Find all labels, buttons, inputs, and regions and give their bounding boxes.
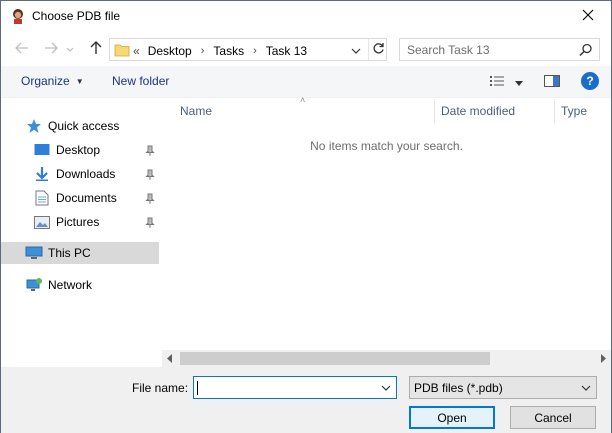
open-button[interactable]: Open (409, 406, 495, 429)
up-arrow-icon (90, 40, 102, 58)
file-list: ˄ Name Date modified Type No items match… (162, 95, 611, 367)
new-folder-button[interactable]: New folder (112, 74, 169, 88)
file-type-value: PDB files (*.pdb) (414, 381, 503, 395)
pin-icon (145, 193, 155, 205)
breadcrumb-tasks[interactable]: Tasks (213, 44, 244, 58)
scrollbar-thumb[interactable] (180, 352, 490, 365)
pin-icon (145, 145, 155, 157)
column-header-date-modified[interactable]: Date modified (441, 99, 515, 123)
refresh-button[interactable] (368, 39, 388, 60)
navigation-pane: Quick access Desktop Downloads Documents (1, 99, 161, 367)
column-divider[interactable] (554, 99, 555, 123)
app-icon (10, 8, 26, 24)
horizontal-scrollbar[interactable] (162, 350, 611, 367)
file-name-dropdown-button[interactable] (379, 380, 393, 396)
back-arrow-icon (15, 42, 29, 57)
chevron-down-icon (351, 43, 361, 57)
file-dialog: Choose PDB file « Desktop › Tasks › Task… (0, 0, 612, 433)
nav-item-pictures[interactable]: Pictures (33, 211, 99, 233)
organize-button[interactable]: Organize ▼ (21, 74, 84, 88)
breadcrumb-desktop[interactable]: Desktop (148, 44, 192, 58)
forward-arrow-icon (44, 42, 58, 57)
desktop-icon (33, 142, 51, 158)
caret-down-icon: ▼ (75, 76, 84, 86)
organize-label: Organize (21, 74, 70, 88)
column-header-name[interactable]: Name (180, 99, 212, 123)
navigation-bar: « Desktop › Tasks › Task 13 Search Task … (1, 35, 611, 63)
window-title: Choose PDB file (32, 9, 121, 23)
up-button[interactable] (86, 39, 106, 59)
dialog-footer: File name: PDB files (*.pdb) Open Cancel (1, 367, 611, 433)
search-box[interactable]: Search Task 13 (399, 38, 600, 61)
back-button[interactable] (12, 39, 32, 59)
change-view-button[interactable] (489, 74, 525, 90)
nav-item-quick-access[interactable]: Quick access (25, 115, 119, 137)
breadcrumb: « Desktop › Tasks › Task 13 (133, 43, 307, 58)
close-button[interactable] (565, 1, 611, 32)
breadcrumb-separator-icon[interactable]: › (201, 45, 205, 57)
chevron-down-icon (580, 381, 592, 395)
nav-item-label: Quick access (48, 119, 120, 133)
pin-icon (145, 169, 155, 181)
search-icon (579, 43, 593, 57)
nav-item-label: Pictures (56, 215, 100, 229)
preview-pane-button[interactable] (544, 74, 560, 90)
empty-state-message: No items match your search. (310, 139, 463, 153)
folder-icon (114, 42, 130, 58)
nav-item-label: Network (48, 278, 93, 292)
nav-item-downloads[interactable]: Downloads (33, 163, 115, 185)
chevron-down-icon (66, 42, 74, 56)
column-divider[interactable] (434, 99, 435, 123)
title-bar: Choose PDB file (1, 1, 611, 32)
address-dropdown-button[interactable] (348, 42, 364, 58)
network-icon (25, 277, 43, 293)
caret-down-icon (515, 75, 523, 89)
nav-item-network[interactable]: Network (25, 274, 92, 296)
nav-item-this-pc[interactable]: This PC (1, 242, 159, 264)
nav-item-documents[interactable]: Documents (33, 187, 117, 209)
nav-item-desktop[interactable]: Desktop (33, 139, 100, 161)
breadcrumb-separator-icon[interactable]: › (253, 45, 257, 57)
search-input[interactable]: Search Task 13 (407, 43, 490, 57)
scroll-right-icon[interactable] (598, 353, 608, 364)
pin-icon (145, 217, 155, 229)
scroll-left-icon[interactable] (165, 353, 175, 364)
nav-item-label: Documents (56, 191, 117, 205)
file-name-label: File name: (132, 381, 189, 395)
preview-pane-icon (544, 75, 560, 91)
command-toolbar: Organize ▼ New folder ? (1, 66, 611, 98)
file-type-select[interactable]: PDB files (*.pdb) (409, 376, 597, 399)
computer-icon (25, 245, 43, 261)
nav-item-label: Desktop (56, 143, 101, 157)
text-cursor (197, 381, 198, 395)
downloads-icon (33, 166, 51, 182)
nav-item-label: Downloads (56, 167, 116, 181)
refresh-icon (372, 42, 385, 58)
documents-icon (33, 190, 51, 206)
details-view-icon (489, 74, 507, 91)
column-header-type[interactable]: Type (561, 99, 587, 123)
recent-locations-button[interactable] (63, 39, 77, 59)
breadcrumb-overflow[interactable]: « (133, 44, 140, 58)
breadcrumb-task-13[interactable]: Task 13 (266, 44, 307, 58)
nav-item-label: This PC (48, 246, 91, 260)
address-bar[interactable]: « Desktop › Tasks › Task 13 (109, 38, 387, 61)
forward-button[interactable] (41, 39, 61, 59)
pictures-icon (33, 214, 51, 230)
close-icon (582, 9, 594, 24)
sort-ascending-icon: ˄ (300, 95, 306, 105)
file-name-input[interactable] (193, 376, 397, 399)
help-button[interactable]: ? (581, 72, 599, 90)
cancel-button[interactable]: Cancel (510, 406, 596, 429)
star-icon (25, 118, 43, 134)
